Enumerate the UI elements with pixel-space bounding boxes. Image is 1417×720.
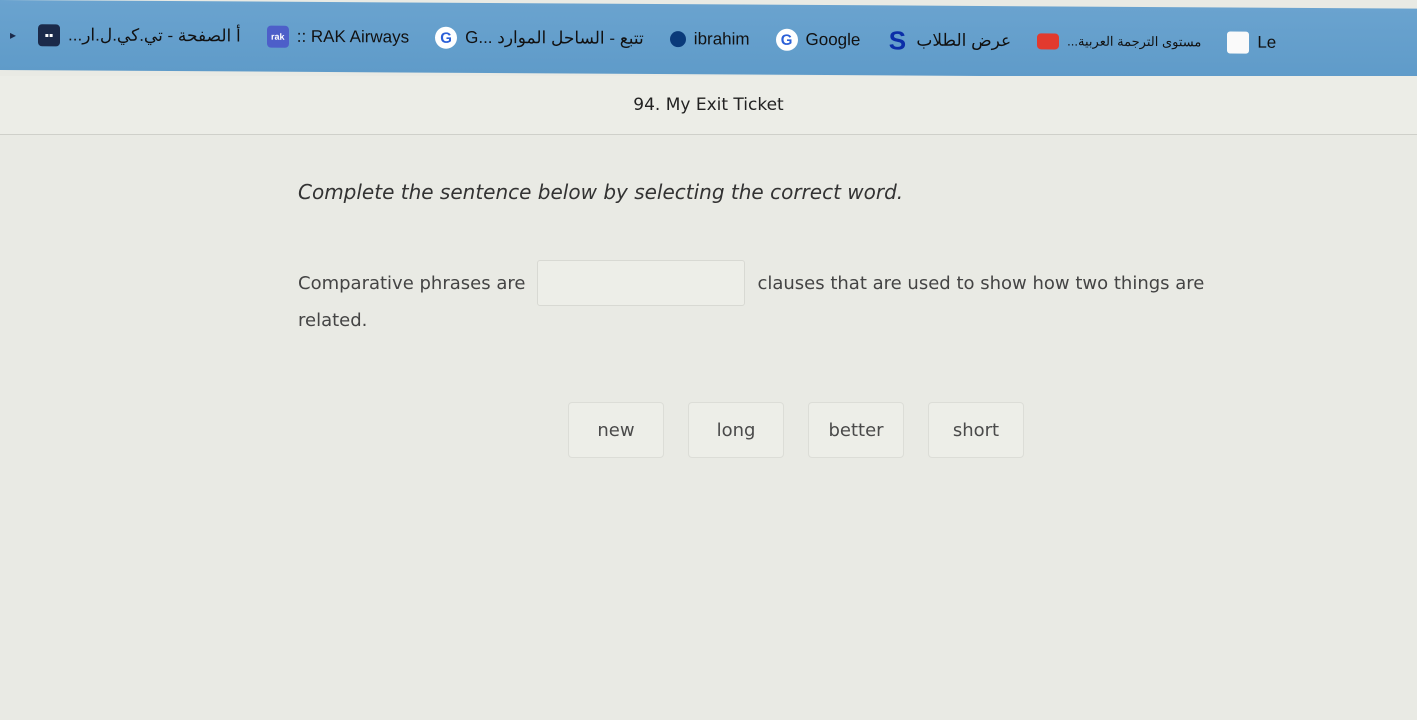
bookmark-item[interactable]: ibrahim — [669, 29, 750, 49]
apps-grid-icon: ▪▪ — [38, 24, 61, 47]
sentence-after: clauses that are used to show how two th… — [757, 272, 1205, 294]
bookmark-item[interactable]: ▪▪ ...أ الصفحة - تي.كي.ل.ار — [38, 24, 241, 47]
bookmark-label: ibrahim — [693, 29, 750, 49]
bookmark-label: G... تتبع - الساحل الموارد — [465, 27, 644, 48]
rak-icon: rak — [266, 25, 289, 48]
sentence-before: Comparative phrases are — [298, 272, 526, 294]
google-icon: G — [775, 28, 798, 51]
choice-short[interactable]: short — [928, 402, 1024, 458]
google-icon: G — [435, 26, 458, 49]
bookmark-label: ...مستوى الترجمة العربية — [1067, 33, 1202, 50]
page-header: 94. My Exit Ticket — [0, 76, 1417, 135]
choice-new[interactable]: new — [568, 402, 664, 458]
bookmark-label: :: RAK Airways — [296, 26, 410, 47]
chevron-icon[interactable]: ▸ — [10, 28, 16, 42]
bookmark-item[interactable]: rak :: RAK Airways — [266, 25, 410, 49]
bookmark-label: عرض الطلاب — [916, 30, 1012, 51]
bookmark-item[interactable]: ...مستوى الترجمة العربية — [1037, 33, 1201, 50]
choice-better[interactable]: better — [808, 402, 904, 458]
youtube-icon — [1037, 33, 1060, 50]
s-icon: S — [888, 24, 907, 56]
sentence-line: Comparative phrases are clauses that are… — [298, 260, 1204, 306]
sentence-end: related. — [298, 310, 368, 331]
bookmark-label: ...أ الصفحة - تي.كي.ل.ار — [68, 25, 241, 46]
bookmark-item[interactable]: S عرض الطلاب — [886, 24, 1012, 56]
bookmark-item[interactable]: G G... تتبع - الساحل الموارد — [435, 26, 644, 50]
word-choices: new long better short — [568, 402, 1024, 458]
bookmark-label: Le — [1257, 32, 1277, 52]
bookmark-item[interactable]: G Google — [775, 28, 861, 52]
bookmarks-bar: ▸ ▪▪ ...أ الصفحة - تي.كي.ل.ار rak :: RAK… — [0, 0, 1417, 79]
bookmark-item[interactable]: Le — [1227, 31, 1277, 54]
bookmark-icon — [1227, 31, 1250, 54]
page-title: 94. My Exit Ticket — [633, 95, 784, 115]
bookmark-label: Google — [805, 29, 861, 50]
choice-long[interactable]: long — [688, 402, 784, 458]
pin-icon — [669, 31, 686, 48]
question-instruction: Complete the sentence below by selecting… — [298, 180, 904, 204]
answer-drop-zone[interactable] — [537, 260, 746, 306]
